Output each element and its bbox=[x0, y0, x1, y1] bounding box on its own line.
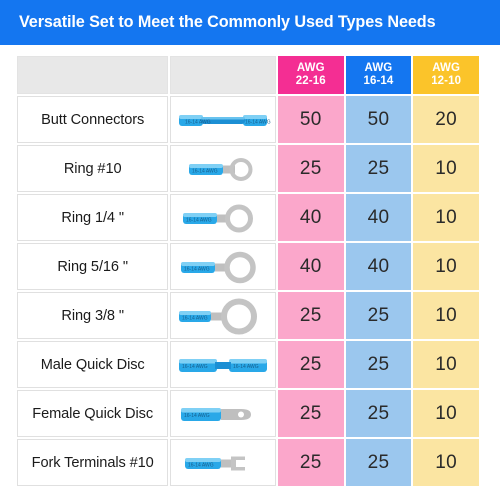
header-blank-image bbox=[170, 56, 276, 94]
cell-awg-12-10: 10 bbox=[435, 206, 458, 228]
row-label: Ring #10 bbox=[17, 145, 169, 192]
table-row: Ring #10 16-14 AWG 25 25 10 bbox=[17, 145, 479, 192]
cell-awg-12-10: 10 bbox=[435, 451, 458, 473]
svg-text:16-14 AWG: 16-14 AWG bbox=[184, 413, 210, 419]
male-quick-disconnect-icon: 16-14 AWG 16-14 AWG bbox=[179, 358, 268, 372]
row-image-cell: 16-14 AWG bbox=[170, 145, 276, 192]
header-awg-16-14-line2: 16-14 bbox=[363, 75, 394, 87]
header-awg-12-10-line2: 12-10 bbox=[431, 75, 462, 87]
fork-terminal-icon: 16-14 AWG bbox=[185, 456, 246, 470]
cell-awg-22-16: 25 bbox=[299, 353, 322, 375]
ring-terminal-38-icon: 16-14 AWG bbox=[179, 298, 258, 334]
svg-text:16-14 AWG: 16-14 AWG bbox=[192, 168, 218, 174]
row-image-cell: 16-14 AWG 16-14 AWG bbox=[170, 341, 276, 388]
svg-text:16-14 AWG: 16-14 AWG bbox=[182, 315, 208, 321]
cell-awg-22-16: 25 bbox=[299, 304, 322, 326]
female-quick-disconnect-icon: 16-14 AWG bbox=[181, 407, 252, 421]
table-row: Female Quick Disc 16-14 AWG 25 25 10 bbox=[17, 390, 479, 437]
cell-awg-16-14: 40 bbox=[367, 255, 390, 277]
svg-text:16-14 AWG: 16-14 AWG bbox=[245, 119, 271, 125]
cell-awg-12-10: 10 bbox=[435, 157, 458, 179]
table-header-row: AWG 22-16 AWG 16-14 AWG 12-10 bbox=[17, 56, 479, 94]
cell-awg-16-14: 25 bbox=[367, 304, 390, 326]
header-blank-name bbox=[17, 56, 169, 94]
table-row: Fork Terminals #10 16-14 AWG 25 25 10 bbox=[17, 439, 479, 486]
header-awg-22-16-text: AWG 22-16 bbox=[296, 62, 326, 89]
page-title: Versatile Set to Meet the Commonly Used … bbox=[19, 13, 436, 31]
butt-connector-icon: 16-14 AWG 16-14 AWG bbox=[179, 114, 271, 126]
cell-awg-16-14: 40 bbox=[367, 206, 390, 228]
cell-awg-16-14: 25 bbox=[367, 451, 390, 473]
banner: Versatile Set to Meet the Commonly Used … bbox=[0, 0, 500, 45]
cell-awg-22-16: 40 bbox=[299, 206, 322, 228]
header-awg-16-14-line1: AWG bbox=[364, 61, 393, 74]
svg-text:16-14 AWG: 16-14 AWG bbox=[186, 217, 212, 223]
row-label: Ring 1/4 " bbox=[17, 194, 169, 241]
row-label: Fork Terminals #10 bbox=[17, 439, 169, 486]
row-image-cell: 16-14 AWG bbox=[170, 243, 276, 290]
header-awg-22-16: AWG 22-16 bbox=[277, 56, 344, 94]
header-awg-12-10-text: AWG 12-10 bbox=[431, 62, 461, 89]
row-image-cell: 16-14 AWG bbox=[170, 390, 276, 437]
table-row: Male Quick Disc 16-14 AWG 16-14 AWG 25 2… bbox=[17, 341, 479, 388]
row-image-cell: 16-14 AWG bbox=[170, 194, 276, 241]
cell-awg-16-14: 25 bbox=[367, 157, 390, 179]
svg-text:16-14 AWG: 16-14 AWG bbox=[184, 266, 210, 272]
row-label: Male Quick Disc bbox=[17, 341, 169, 388]
table-row: Ring 1/4 " 16-14 AWG 40 40 10 bbox=[17, 194, 479, 241]
table-row: Ring 5/16 " 16-14 AWG 40 40 10 bbox=[17, 243, 479, 290]
table-row: Butt Connectors 16-14 AWG 16-14 AWG 50 5… bbox=[17, 96, 479, 143]
header-awg-12-10: AWG 12-10 bbox=[413, 56, 479, 94]
cell-awg-22-16: 40 bbox=[299, 255, 322, 277]
cell-awg-16-14: 25 bbox=[367, 402, 390, 424]
ring-terminal-quarter-icon: 16-14 AWG bbox=[183, 204, 254, 232]
row-label: Butt Connectors bbox=[17, 96, 169, 143]
cell-awg-12-10: 10 bbox=[435, 255, 458, 277]
ring-terminal-516-icon: 16-14 AWG bbox=[181, 251, 256, 283]
row-label: Female Quick Disc bbox=[17, 390, 169, 437]
cell-awg-12-10: 10 bbox=[435, 402, 458, 424]
header-awg-16-14-text: AWG 16-14 bbox=[363, 62, 393, 89]
row-image-cell: 16-14 AWG bbox=[170, 439, 276, 486]
svg-text:16-14 AWG: 16-14 AWG bbox=[233, 364, 259, 370]
cell-awg-16-14: 50 bbox=[367, 108, 390, 130]
cell-awg-12-10: 10 bbox=[435, 353, 458, 375]
table-row: Ring 3/8 " 16-14 AWG 25 25 10 bbox=[17, 292, 479, 339]
header-awg-22-16-line2: 22-16 bbox=[295, 75, 326, 87]
row-image-cell: 16-14 AWG bbox=[170, 292, 276, 339]
header-awg-22-16-line1: AWG bbox=[296, 61, 325, 74]
row-label: Ring 3/8 " bbox=[17, 292, 169, 339]
cell-awg-16-14: 25 bbox=[367, 353, 390, 375]
svg-text:16-14 AWG: 16-14 AWG bbox=[185, 119, 211, 125]
cell-awg-22-16: 25 bbox=[299, 402, 322, 424]
svg-text:16-14 AWG: 16-14 AWG bbox=[182, 364, 208, 370]
cell-awg-22-16: 50 bbox=[299, 108, 322, 130]
row-image-cell: 16-14 AWG 16-14 AWG bbox=[170, 96, 276, 143]
cell-awg-22-16: 25 bbox=[299, 157, 322, 179]
svg-text:16-14 AWG: 16-14 AWG bbox=[188, 462, 214, 468]
cell-awg-12-10: 10 bbox=[435, 304, 458, 326]
header-awg-12-10-line1: AWG bbox=[432, 61, 461, 74]
cell-awg-12-10: 20 bbox=[435, 108, 458, 130]
cell-awg-22-16: 25 bbox=[299, 451, 322, 473]
header-awg-16-14: AWG 16-14 bbox=[345, 56, 412, 94]
spec-table: AWG 22-16 AWG 16-14 AWG 12-10 Butt Conne… bbox=[17, 56, 479, 488]
ring-terminal-small-icon: 16-14 AWG bbox=[189, 157, 253, 181]
product-feature-table-image: Versatile Set to Meet the Commonly Used … bbox=[0, 0, 500, 500]
row-label: Ring 5/16 " bbox=[17, 243, 169, 290]
